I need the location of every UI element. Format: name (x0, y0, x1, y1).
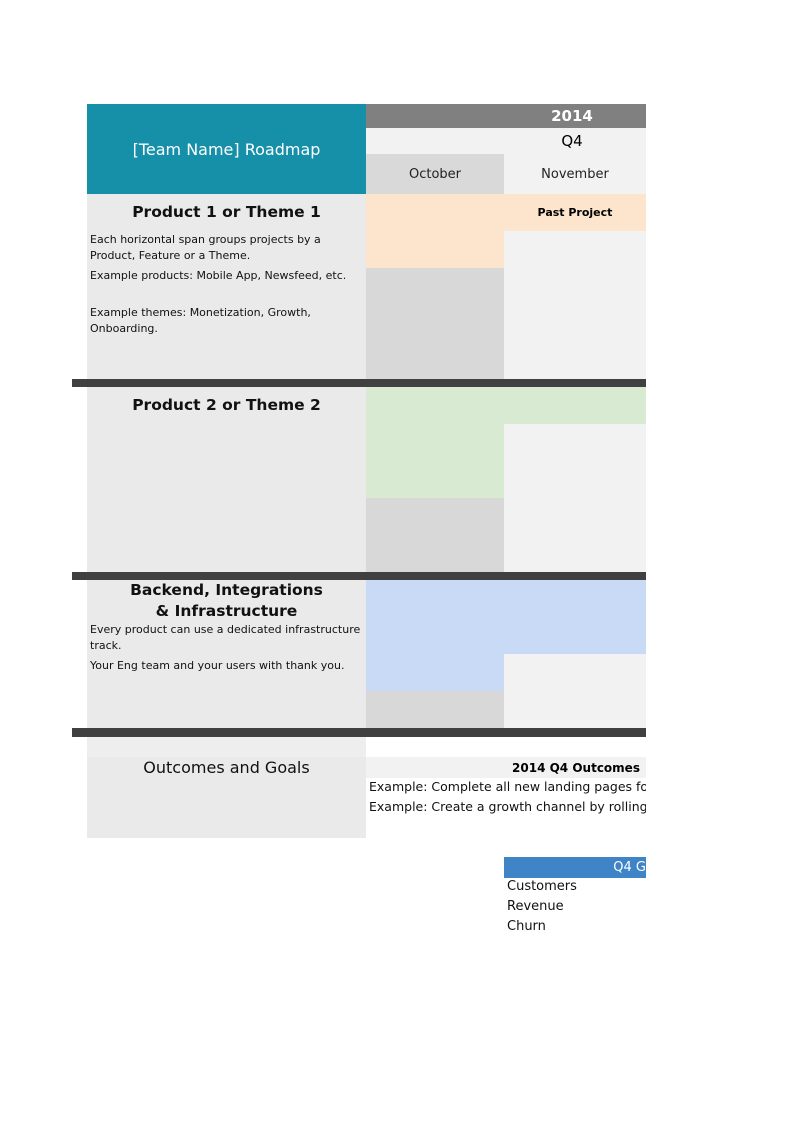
month-label: November (541, 166, 609, 182)
outcomes-title: Outcomes and Goals (143, 758, 310, 777)
section-title: Product 1 or Theme 1 (132, 203, 321, 221)
empty-cell-october (366, 691, 504, 728)
section-description: Your Eng team and your users with thank … (90, 659, 345, 672)
section-product-1: Product 1 or Theme 1 Each horizontal spa… (87, 194, 366, 379)
outcome-item: Example: Complete all new landing pages … (369, 779, 646, 794)
outcomes-heading-text: 2014 Q4 Outcomes (512, 760, 640, 775)
month-header-november: November (504, 154, 646, 194)
outcome-item: Example: Create a growth channel by roll… (369, 799, 646, 814)
year-header: 2014 (366, 104, 646, 128)
section-description: Every product can use a dedicated infras… (90, 623, 361, 652)
section-title: Backend, Integrations & Infrastructure (130, 581, 323, 620)
section-divider (72, 728, 646, 737)
month-header-october: October (366, 154, 504, 194)
project-bar-span[interactable] (366, 387, 646, 424)
outcomes-section: Outcomes and Goals (87, 757, 366, 838)
empty-cell-november (504, 424, 646, 572)
section-divider (72, 572, 646, 580)
roadmap-title: [Team Name] Roadmap (87, 104, 366, 194)
outcomes-heading: 2014 Q4 Outcomes (366, 757, 646, 778)
section-backend: Backend, Integrations & Infrastructure E… (87, 580, 366, 728)
goals-heading: Q4 G (504, 857, 646, 878)
project-bar-october[interactable] (366, 654, 504, 691)
project-label: Past Project (537, 206, 613, 219)
project-bar-october[interactable] (366, 424, 504, 498)
section-product-2: Product 2 or Theme 2 (87, 387, 366, 572)
year-label: 2014 (551, 107, 593, 125)
empty-cell-october (366, 268, 504, 379)
empty-cell-october (366, 498, 504, 572)
project-bar-span[interactable] (366, 580, 646, 654)
quarter-header: Q4 (366, 128, 646, 154)
roadmap-title-text: [Team Name] Roadmap (132, 139, 321, 159)
empty-cell-november (504, 231, 646, 379)
month-label: October (408, 166, 462, 182)
section-description: Example products: Mobile App, Newsfeed, … (90, 269, 347, 282)
section-title: Product 2 or Theme 2 (132, 396, 321, 414)
quarter-label: Q4 (561, 132, 583, 150)
project-bar-october[interactable] (366, 231, 504, 268)
past-project-bar[interactable]: Past Project (366, 194, 646, 231)
section-description: Each horizontal span groups projects by … (90, 233, 321, 262)
goals-heading-text: Q4 G (613, 860, 646, 875)
goal-item: Revenue (507, 899, 564, 914)
goal-item: Churn (507, 919, 546, 934)
section-divider (72, 379, 646, 387)
section-description: Example themes: Monetization, Growth, On… (90, 306, 311, 335)
empty-cell-november (504, 654, 646, 728)
outcomes-spacer (87, 737, 366, 757)
goal-item: Customers (507, 879, 577, 894)
